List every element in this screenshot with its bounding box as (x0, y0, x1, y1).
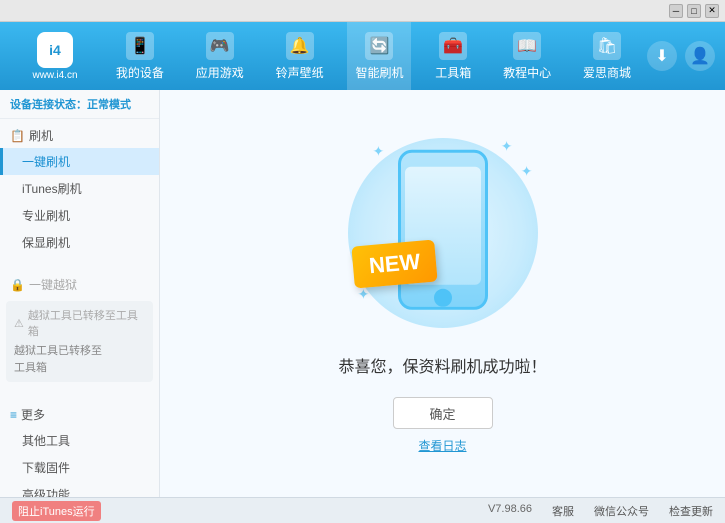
logo-text: www.i4.cn (32, 70, 77, 81)
sidebar-item-pro-flash[interactable]: 专业刷机 (0, 202, 159, 229)
nav-label-tutorial: 教程中心 (503, 64, 551, 81)
more-section-title: 更多 (21, 406, 45, 423)
jailbreak-section-title: 一键越狱 (29, 276, 77, 293)
sidebar-section-jailbreak: 🔒 一键越狱 ⚠ 越狱工具已转移至工具箱 越狱工具已转移至 工具箱 (0, 268, 159, 390)
maximize-btn[interactable]: □ (687, 4, 701, 18)
phone-illustration (398, 150, 488, 310)
close-btn[interactable]: ✕ (705, 4, 719, 18)
daily-link[interactable]: 查看日志 (418, 437, 466, 454)
title-bar: ─ □ ✕ (0, 0, 725, 22)
download-btn[interactable]: ⬇ (647, 41, 677, 71)
footer-version: V7.98.66 (488, 503, 532, 519)
nav-label-ringtone: 铃声壁纸 (276, 64, 324, 81)
nav-items: 📱 我的设备 🎮 应用游戏 🔔 铃声壁纸 🔄 智能刷机 🧰 工具箱 📖 教程中心… (100, 22, 647, 90)
jailbreak-notice-content: 越狱工具已转移至 工具箱 (14, 343, 145, 376)
sidebar-section-more: ≡ 更多 其他工具 下载固件 高级功能 (0, 398, 159, 497)
nav-item-my-device[interactable]: 📱 我的设备 (108, 22, 172, 90)
sidebar-item-one-click-flash[interactable]: 一键刷机 (0, 148, 159, 175)
nav-item-store[interactable]: 🛍 爱思商城 (575, 22, 639, 90)
main: 设备连接状态：正常模式 📋 刷机 一键刷机 iTunes刷机 专业刷机 保显刷机… (0, 90, 725, 497)
confirm-button[interactable]: 确定 (393, 397, 493, 429)
store-icon: 🛍 (593, 32, 621, 60)
sidebar-item-advanced[interactable]: 高级功能 (0, 481, 159, 497)
toolbox-icon: 🧰 (439, 32, 467, 60)
minimize-btn[interactable]: ─ (669, 4, 683, 18)
nav-label-apps-games: 应用游戏 (196, 64, 244, 81)
star-4: ✦ (521, 163, 533, 180)
sidebar-section-flash: 📋 刷机 一键刷机 iTunes刷机 专业刷机 保显刷机 (0, 119, 159, 260)
nav-item-apps-games[interactable]: 🎮 应用游戏 (188, 22, 252, 90)
flash-section-header: 📋 刷机 (0, 123, 159, 148)
new-badge: NEW (351, 239, 438, 288)
star-1: ✦ (373, 143, 385, 160)
logo-icon: i4 (37, 32, 73, 68)
my-device-icon: 📱 (126, 32, 154, 60)
phone-home-btn (434, 289, 452, 307)
status-bar: 设备连接状态：正常模式 (0, 90, 159, 119)
more-section-header: ≡ 更多 (0, 402, 159, 427)
nav-label-toolbox: 工具箱 (435, 64, 471, 81)
status-label: 设备连接状态： (10, 99, 87, 111)
footer-right: V7.98.66 客服 微信公众号 检查更新 (488, 503, 713, 519)
jailbreak-notice: ⚠ 越狱工具已转移至工具箱 越狱工具已转移至 工具箱 (6, 301, 153, 382)
success-illustration: ✦ ✦ ✦ ✦ NEW (343, 133, 543, 333)
nav-item-smart-flash[interactable]: 🔄 智能刷机 (347, 22, 411, 90)
sidebar-item-download-firmware[interactable]: 下载固件 (0, 454, 159, 481)
sidebar-item-itunes-flash[interactable]: iTunes刷机 (0, 175, 159, 202)
stop-itunes-btn[interactable]: 阻止iTunes运行 (12, 501, 101, 521)
status-value: 正常模式 (87, 99, 131, 111)
nav-label-smart-flash: 智能刷机 (355, 64, 403, 81)
footer-left: 阻止iTunes运行 (12, 501, 488, 521)
user-btn[interactable]: 👤 (685, 41, 715, 71)
lock-icon: 🔒 (10, 278, 25, 292)
star-3: ✦ (358, 286, 370, 303)
flash-section-title: 刷机 (29, 127, 53, 144)
nav-label-my-device: 我的设备 (116, 64, 164, 81)
sidebar-item-other-tools[interactable]: 其他工具 (0, 427, 159, 454)
nav-right: ⬇ 👤 (647, 41, 715, 71)
success-text: 恭喜您，保资料刷机成功啦！ (338, 353, 546, 377)
footer-wechat[interactable]: 微信公众号 (594, 503, 649, 519)
jailbreak-section-header: 🔒 一键越狱 (0, 272, 159, 297)
footer: 阻止iTunes运行 V7.98.66 客服 微信公众号 检查更新 (0, 497, 725, 523)
jailbreak-notice-title: ⚠ 越狱工具已转移至工具箱 (14, 307, 145, 339)
footer-check-update[interactable]: 检查更新 (669, 503, 713, 519)
sidebar: 设备连接状态：正常模式 📋 刷机 一键刷机 iTunes刷机 专业刷机 保显刷机… (0, 90, 160, 497)
flash-section-icon: 📋 (10, 129, 25, 143)
header: i4 www.i4.cn 📱 我的设备 🎮 应用游戏 🔔 铃声壁纸 🔄 智能刷机… (0, 22, 725, 90)
sidebar-item-save-flash[interactable]: 保显刷机 (0, 229, 159, 256)
footer-customer-service[interactable]: 客服 (552, 503, 574, 519)
nav-item-ringtone[interactable]: 🔔 铃声壁纸 (268, 22, 332, 90)
smart-flash-icon: 🔄 (365, 32, 393, 60)
tutorial-icon: 📖 (513, 32, 541, 60)
logo-area[interactable]: i4 www.i4.cn (10, 32, 100, 81)
star-2: ✦ (501, 138, 513, 155)
ringtone-icon: 🔔 (286, 32, 314, 60)
nav-label-store: 爱思商城 (583, 64, 631, 81)
more-section-icon: ≡ (10, 408, 17, 422)
apps-games-icon: 🎮 (206, 32, 234, 60)
nav-item-toolbox[interactable]: 🧰 工具箱 (427, 22, 479, 90)
content-area: ✦ ✦ ✦ ✦ NEW 恭喜您，保资料刷机成功啦！ 确定 查看日志 (160, 90, 725, 497)
nav-item-tutorial[interactable]: 📖 教程中心 (495, 22, 559, 90)
